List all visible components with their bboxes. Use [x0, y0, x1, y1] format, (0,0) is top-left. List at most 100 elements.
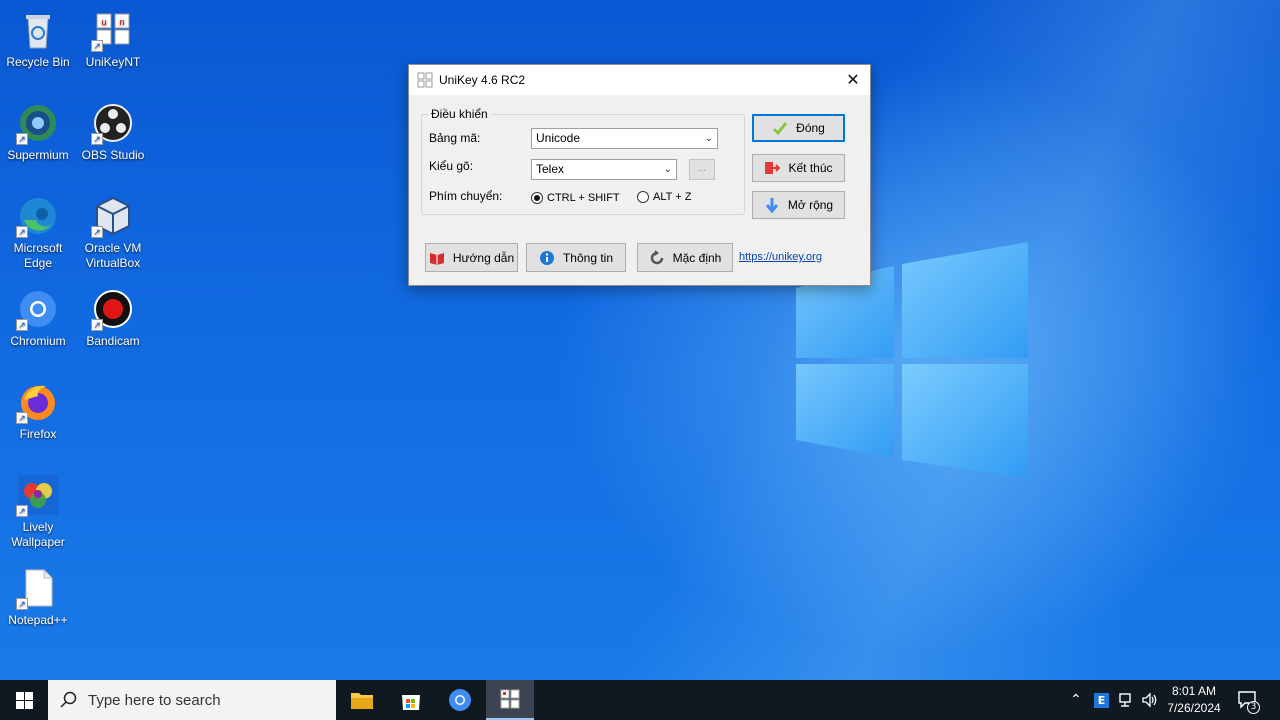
input-method-select[interactable]: Telex ⌄	[531, 159, 677, 180]
shortcut-arrow-icon: ↗	[91, 226, 103, 238]
window-title: UniKey 4.6 RC2	[439, 73, 526, 87]
taskbar-unikey[interactable]	[486, 680, 534, 720]
search-icon	[60, 691, 77, 708]
desktop-icon-microsoft-edge[interactable]: ↗ Microsoft Edge	[0, 194, 76, 271]
tray-network[interactable]	[1118, 680, 1136, 720]
tray-volume[interactable]	[1141, 680, 1159, 720]
radio-ctrl-shift[interactable]: CTRL + SHIFT	[531, 192, 620, 204]
desktop-icon-notepadpp[interactable]: ↗ Notepad++	[0, 566, 76, 628]
default-button[interactable]: Mặc định	[637, 243, 733, 272]
taskbar-search-box[interactable]: Type here to search	[48, 680, 336, 720]
radio-dot-checked	[531, 192, 543, 204]
desktop-icon-label: Lively Wallpaper	[11, 520, 65, 549]
taskbar-file-explorer[interactable]	[338, 680, 386, 720]
desktop-icon-label: Bandicam	[86, 334, 140, 348]
info-label: Thông tin	[562, 250, 614, 265]
taskbar: Type here to search	[0, 680, 1280, 720]
charset-value: Unicode	[536, 131, 581, 145]
radio-alt-z[interactable]: ALT + Z	[637, 191, 691, 203]
chevron-down-icon: ⌄	[663, 164, 672, 175]
shortcut-arrow-icon: ↗	[16, 412, 28, 424]
default-label: Mặc định	[672, 250, 722, 265]
desktop-icon-label: Chromium	[10, 334, 66, 348]
shortcut-arrow-icon: ↗	[16, 598, 28, 610]
desktop-icon-chromium[interactable]: ↗ Chromium	[0, 287, 76, 349]
volume-icon	[1142, 692, 1157, 708]
arrow-down-icon	[764, 197, 780, 213]
help-button[interactable]: Hướng dẫn	[425, 243, 518, 272]
clock-time: 8:01 AM	[1171, 684, 1217, 698]
unikey-app-icon	[417, 72, 433, 88]
exit-button[interactable]: Kết thúc	[752, 154, 845, 182]
recycle-bin-icon	[26, 15, 50, 49]
desktop-icon-label: OBS Studio	[81, 148, 145, 162]
search-placeholder: Type here to search	[88, 691, 221, 709]
help-label: Hướng dẫn	[452, 250, 515, 265]
charset-label: Bảng mã:	[429, 131, 481, 145]
shortcut-arrow-icon: ↗	[91, 133, 103, 145]
exit-door-icon	[764, 160, 781, 176]
radio-ctrl-shift-label: CTRL + SHIFT	[547, 192, 620, 204]
book-icon	[429, 250, 445, 266]
chevron-down-icon: ⌄	[704, 133, 713, 144]
tray-input-indicator[interactable]: E	[1094, 680, 1109, 720]
info-icon	[539, 250, 555, 266]
input-method-value: Telex	[536, 162, 565, 176]
unikey-e-icon: E	[1094, 692, 1109, 708]
desktop-icon-label: Recycle Bin	[6, 55, 70, 69]
clock-date: 7/26/2024	[1167, 701, 1221, 715]
desktop-icon-label: Notepad++	[8, 613, 68, 627]
checkmark-icon	[772, 120, 788, 136]
expand-label: Mở rộng	[787, 198, 834, 212]
close-dialog-label: Đóng	[796, 121, 825, 135]
shortcut-arrow-icon: ↗	[16, 226, 28, 238]
taskbar-chromium[interactable]	[436, 680, 484, 720]
shortcut-arrow-icon: ↗	[91, 40, 103, 52]
shortcut-arrow-icon: ↗	[16, 505, 28, 517]
desktop-icon-unikeynt[interactable]: u n ↗ UniKeyNT	[75, 8, 151, 70]
network-icon	[1119, 693, 1131, 707]
expand-button[interactable]: Mở rộng	[752, 191, 845, 219]
desktop-icon-firefox[interactable]: ↗ Firefox	[0, 380, 76, 442]
desktop-icon-label: Firefox	[19, 427, 57, 441]
unikey-website-link[interactable]: https://unikey.org	[739, 251, 822, 263]
desktop-icon-label: Microsoft Edge	[13, 241, 63, 270]
start-button[interactable]	[0, 680, 48, 720]
tray-overflow-button[interactable]: ⌃	[1070, 680, 1082, 720]
desktop-icon-label: UniKeyNT	[85, 55, 141, 69]
input-method-label: Kiểu gõ:	[429, 159, 474, 173]
desktop-icon-label: Oracle VM VirtualBox	[84, 241, 142, 270]
window-titlebar[interactable]: UniKey 4.6 RC2 ✕	[409, 65, 870, 95]
notification-center-button[interactable]: 3	[1238, 680, 1260, 720]
shortcut-arrow-icon: ↗	[16, 133, 28, 145]
file-explorer-icon	[351, 693, 373, 709]
taskbar-microsoft-store[interactable]	[387, 680, 435, 720]
desktop-icon-supermium[interactable]: ↗ Supermium	[0, 101, 76, 163]
desktop-icon-obs-studio[interactable]: ↗ OBS Studio	[75, 101, 151, 163]
desktop-icon-lively-wallpaper[interactable]: ↗ Lively Wallpaper	[0, 473, 76, 550]
svg-text:u: u	[101, 17, 106, 27]
desktop-icon-bandicam[interactable]: ↗ Bandicam	[75, 287, 151, 349]
shortcut-arrow-icon: ↗	[91, 319, 103, 331]
windows-start-icon	[15, 691, 33, 709]
chromium-icon	[449, 689, 471, 711]
radio-alt-z-label: ALT + Z	[653, 191, 692, 203]
shortcut-arrow-icon: ↗	[16, 319, 28, 331]
switch-key-label: Phím chuyển:	[429, 189, 503, 203]
unikey-icon	[500, 689, 520, 709]
taskbar-clock[interactable]: 8:01 AM 7/26/2024	[1158, 683, 1230, 717]
exit-label: Kết thúc	[788, 161, 833, 175]
radio-dot-unchecked	[637, 191, 649, 203]
chevron-up-icon: ⌃	[1070, 692, 1082, 708]
info-button[interactable]: Thông tin	[526, 243, 626, 272]
desktop-icon-recycle-bin[interactable]: Recycle Bin	[0, 8, 76, 70]
charset-select[interactable]: Unicode ⌄	[531, 128, 718, 149]
window-close-button[interactable]: ✕	[836, 65, 870, 95]
close-dialog-button[interactable]: Đóng	[752, 114, 845, 142]
svg-text:n: n	[119, 17, 124, 27]
notification-count-badge: 3	[1247, 701, 1260, 714]
unikey-window[interactable]: UniKey 4.6 RC2 ✕ Điều khiển Bảng mã: Uni…	[408, 64, 871, 286]
desktop-icon-virtualbox[interactable]: ↗ Oracle VM VirtualBox	[75, 194, 151, 271]
groupbox-title: Điều khiển	[428, 107, 491, 121]
input-method-more-button[interactable]: ...	[689, 159, 715, 180]
